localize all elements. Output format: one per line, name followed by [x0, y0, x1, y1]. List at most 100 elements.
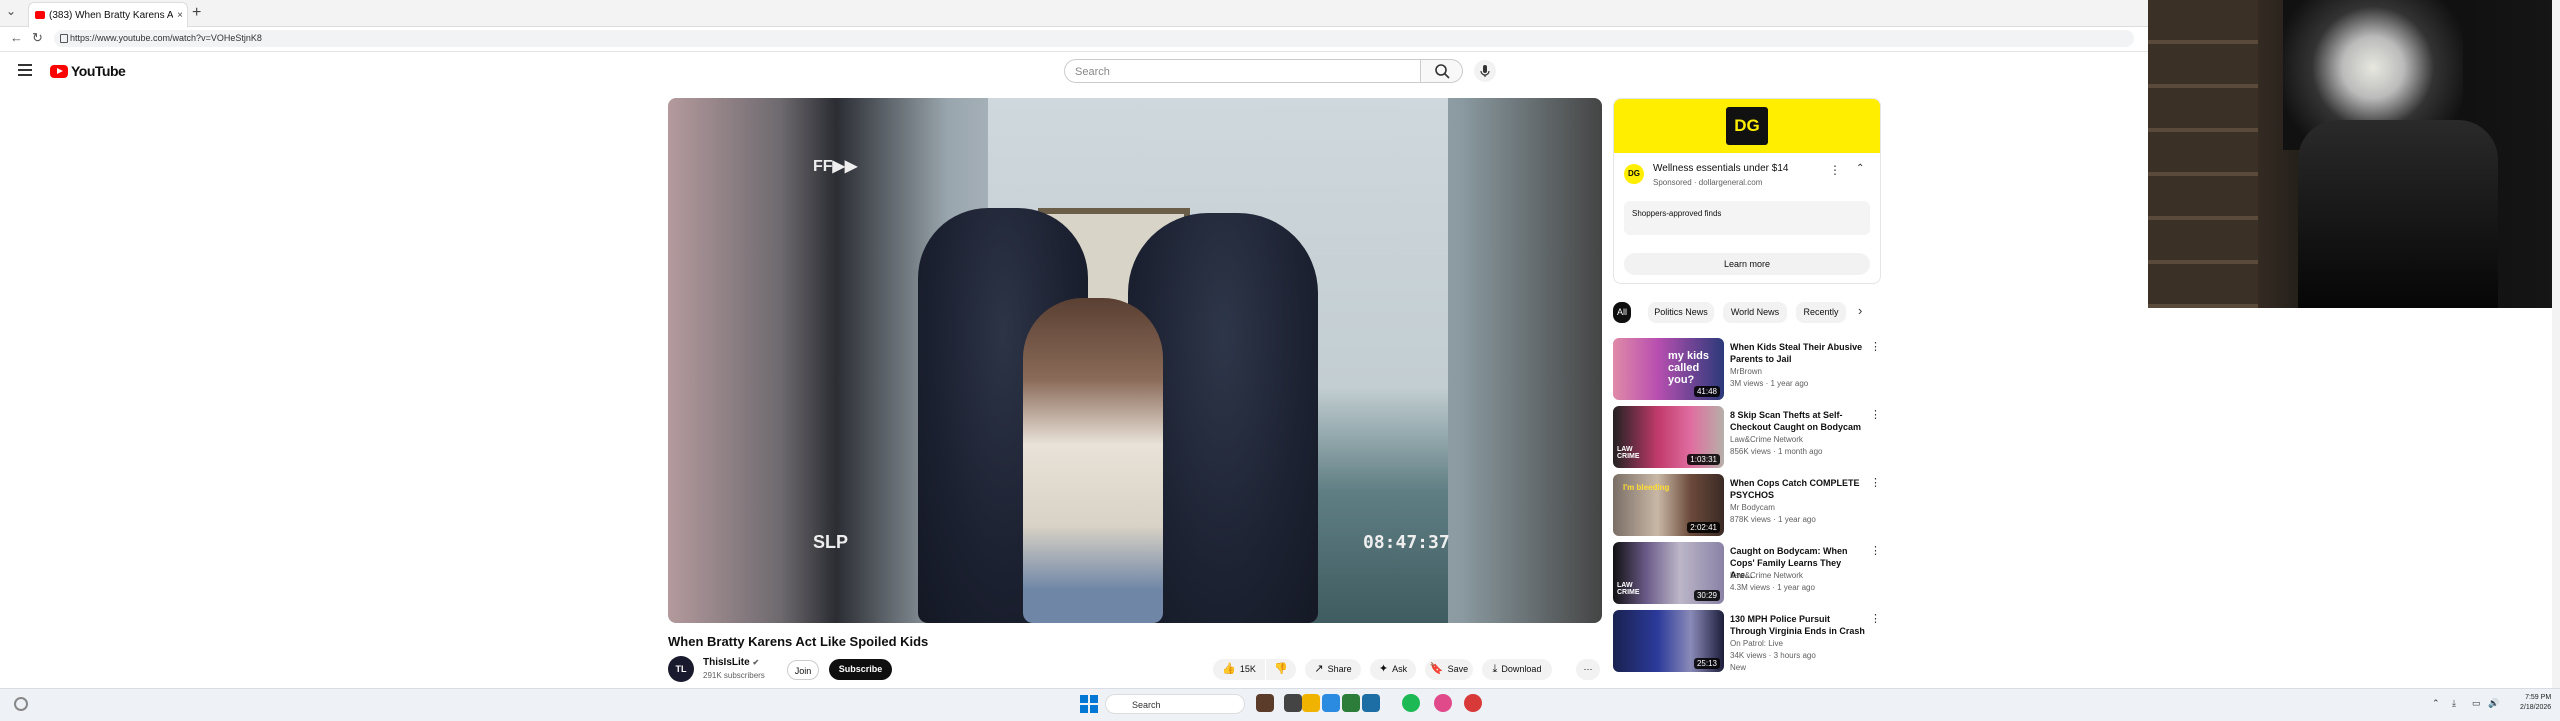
rec-meta: 4.3M views · 1 year ago — [1730, 583, 1815, 592]
taskbar-record-icon[interactable] — [1464, 694, 1482, 712]
rec-new-badge: New — [1730, 663, 1747, 672]
tab-close-icon[interactable]: × — [173, 10, 187, 21]
video-overlay-timestamp: 08:47:37 — [1363, 532, 1450, 553]
ad-more-icon[interactable]: ⋮ — [1829, 163, 1841, 177]
tray-volume-icon[interactable]: 🔊 — [2488, 698, 2499, 709]
list-item[interactable]: my kids called you? 41:48 When Kids Stea… — [1613, 338, 1881, 402]
taskbar-explorer-icon[interactable] — [1302, 694, 1320, 712]
search-input[interactable]: Search — [1064, 59, 1421, 83]
chip-recently[interactable]: Recently — [1796, 302, 1846, 323]
rec-channel[interactable]: MrBrown — [1730, 367, 1870, 376]
taskbar-spotify-icon[interactable] — [1402, 694, 1420, 712]
voice-search-button[interactable] — [1474, 60, 1496, 82]
rec-duration: 25:13 — [1693, 658, 1720, 669]
youtube-logo-text: YouTube — [71, 63, 126, 79]
taskbar-time: 7:59 PM — [2525, 694, 2552, 701]
rec-more-icon[interactable]: ⋮ — [1870, 340, 1881, 353]
channel-name-text: ThisIsLite — [703, 657, 750, 668]
rec-title[interactable]: 130 MPH Police Pursuit Through Virginia … — [1730, 613, 1865, 637]
taskbar-xbox-icon[interactable] — [1342, 694, 1360, 712]
rec-channel[interactable]: Mr Bodycam — [1730, 503, 1870, 512]
back-arrow-icon[interactable]: ← — [10, 30, 23, 45]
thumbs-down-icon: 👎 — [1274, 663, 1288, 675]
tab-list-chevron-icon[interactable]: ⌄ — [6, 4, 16, 18]
tab-title: (383) When Bratty Karens Act — [49, 9, 173, 21]
more-actions-button[interactable]: ⋯ — [1576, 659, 1600, 680]
ad-title[interactable]: Wellness essentials under $14 — [1653, 163, 1788, 174]
rec-duration: 1:03:31 — [1687, 454, 1720, 465]
rec-channel[interactable]: Law&Crime Network — [1730, 435, 1870, 444]
url-input[interactable]: https://www.youtube.com/watch?v=VOHeStjn… — [54, 30, 2134, 47]
rec-thumbnail[interactable]: I'm bleeding 2:02:41 — [1613, 474, 1724, 536]
chips-next-chevron-icon[interactable]: › — [1858, 303, 1862, 318]
video-frame-person — [1023, 298, 1163, 623]
youtube-logo[interactable]: YouTube — [50, 63, 126, 79]
start-button[interactable] — [1080, 695, 1098, 718]
chip-world-news[interactable]: World News — [1723, 302, 1787, 323]
rec-title[interactable]: When Cops Catch COMPLETE PSYCHOS — [1730, 477, 1865, 501]
save-label: Save — [1447, 664, 1469, 674]
video-player[interactable]: FF▶▶ SLP 08:47:37 — [668, 98, 1602, 623]
share-button[interactable]: ↗ Share — [1305, 659, 1361, 680]
taskbar-search-input[interactable]: Search — [1105, 694, 1245, 714]
rec-more-icon[interactable]: ⋮ — [1870, 408, 1881, 421]
search-button[interactable] — [1421, 59, 1463, 83]
tray-download-icon[interactable]: ⤓ — [2452, 698, 2456, 709]
bookmark-icon: 🔖 — [1429, 663, 1444, 675]
browser-tab-active[interactable]: (383) When Bratty Karens Act × — [28, 2, 188, 27]
rec-meta: 856K views · 1 month ago — [1730, 447, 1823, 456]
weather-widget-icon[interactable] — [14, 697, 28, 711]
download-button[interactable]: ⤓ Download — [1482, 659, 1552, 680]
rec-thumbnail[interactable]: LAW CRIME 1:03:31 — [1613, 406, 1724, 468]
rec-thumbnail[interactable]: 25:13 — [1613, 610, 1724, 672]
save-button[interactable]: 🔖 Save — [1425, 659, 1473, 680]
rec-title[interactable]: 8 Skip Scan Thefts at Self-Checkout Caug… — [1730, 409, 1865, 433]
ask-button[interactable]: ✦ Ask — [1370, 659, 1416, 680]
chip-politics-news[interactable]: Politics News — [1648, 302, 1714, 323]
like-button[interactable]: 👍 15K — [1213, 659, 1265, 680]
ad-learn-more-button[interactable]: Learn more — [1624, 253, 1870, 275]
channel-avatar[interactable]: TL — [668, 656, 694, 682]
taskbar-app-icon[interactable] — [1256, 694, 1274, 712]
ad-card[interactable]: DG DG Wellness essentials under $14 Spon… — [1613, 98, 1881, 284]
rec-more-icon[interactable]: ⋮ — [1870, 612, 1881, 625]
menu-hamburger-icon[interactable] — [18, 64, 32, 79]
rec-thumbnail[interactable]: my kids called you? 41:48 — [1613, 338, 1724, 400]
download-arrow-icon: ⤓ — [1492, 663, 1498, 675]
channel-name[interactable]: ThisIsLite ✔ — [703, 657, 759, 668]
youtube-favicon-icon — [35, 11, 45, 19]
webcam-overlay — [2148, 0, 2560, 308]
taskbar-files-icon[interactable] — [1284, 694, 1302, 712]
taskbar-clock[interactable]: 7:59 PM 2/18/2026 — [2520, 693, 2551, 713]
dislike-button[interactable]: 👎 — [1266, 659, 1296, 680]
list-item[interactable]: LAW CRIME 1:03:31 8 Skip Scan Thefts at … — [1613, 406, 1881, 470]
webcam-shelf — [2148, 0, 2258, 308]
share-arrow-icon: ↗ — [1314, 663, 1324, 675]
windows-taskbar — [0, 688, 2560, 721]
rec-title[interactable]: When Kids Steal Their Abusive Parents to… — [1730, 341, 1865, 365]
chip-all[interactable]: All — [1613, 302, 1631, 323]
tray-chevron-icon[interactable]: ⌃ — [2432, 698, 2440, 709]
taskbar-edge-icon[interactable] — [1322, 694, 1340, 712]
taskbar-chrome-icon[interactable] — [1434, 694, 1452, 712]
reload-icon[interactable]: ↻ — [32, 30, 43, 46]
rec-more-icon[interactable]: ⋮ — [1870, 544, 1881, 557]
rec-thumbnail-text: I'm bleeding — [1623, 483, 1670, 492]
sparkle-icon: ✦ — [1378, 663, 1389, 675]
join-button[interactable]: Join — [787, 660, 819, 680]
list-item[interactable]: I'm bleeding 2:02:41 When Cops Catch COM… — [1613, 474, 1881, 538]
new-tab-button[interactable]: + — [192, 4, 201, 22]
rec-channel[interactable]: Law&Crime Network — [1730, 571, 1870, 580]
subscribe-button[interactable]: Subscribe — [829, 659, 892, 680]
list-item[interactable]: 25:13 130 MPH Police Pursuit Through Vir… — [1613, 610, 1881, 674]
ad-collapse-chevron-icon[interactable]: ⌃ — [1856, 163, 1864, 174]
taskbar-store-icon[interactable] — [1362, 694, 1380, 712]
thumbs-up-icon: 👍 — [1222, 663, 1236, 675]
rec-more-icon[interactable]: ⋮ — [1870, 476, 1881, 489]
windows-start-icon — [1080, 695, 1098, 713]
rec-channel[interactable]: On Patrol: Live — [1730, 639, 1870, 648]
tray-network-icon[interactable]: ▭ — [2472, 698, 2481, 709]
list-item[interactable]: LAW CRIME 30:29 Caught on Bodycam: When … — [1613, 542, 1881, 606]
page-scrollbar[interactable] — [2552, 0, 2560, 688]
rec-thumbnail[interactable]: LAW CRIME 30:29 — [1613, 542, 1724, 604]
